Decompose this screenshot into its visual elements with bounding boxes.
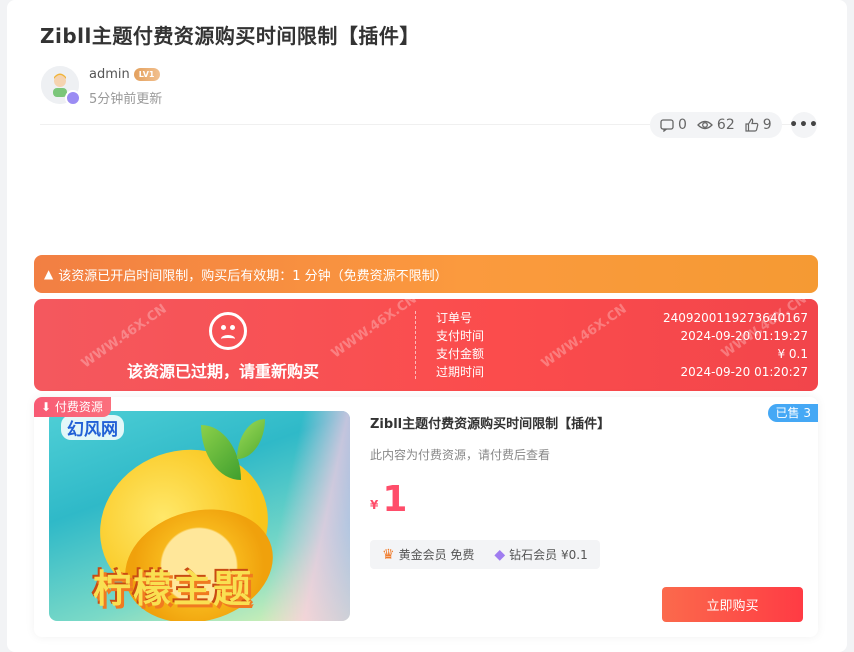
- order-row: 订单号 240920011927364016​7: [436, 309, 808, 327]
- order-label: 支付金额: [436, 347, 485, 361]
- diamond-icon: ◆: [494, 546, 506, 563]
- avatar[interactable]: [41, 66, 81, 106]
- order-value: 2024-09-20 01:20:27: [680, 365, 808, 379]
- notice-text: 该资源已开启时间限制，购买后有效期：1 分钟（免费资源不限制）: [58, 268, 448, 284]
- product-description: 此内容为付费资源，请付费后查看: [370, 448, 551, 462]
- order-row: 支付时间 2024-09-20 01:19:27: [436, 327, 808, 345]
- sold-count-badge: 已售 3: [767, 404, 818, 422]
- download-icon: ⬇: [41, 400, 52, 414]
- price-value: 1: [382, 479, 408, 520]
- site-logo: 幻风网: [61, 415, 124, 440]
- paid-tag-label: 付费资源: [54, 400, 103, 414]
- level-badge: LV1: [133, 68, 160, 81]
- order-label: 支付时间: [436, 329, 485, 343]
- order-label: 过期时间: [436, 365, 485, 379]
- product-cover-image[interactable]: 幻风网 柠檬主题: [49, 411, 350, 621]
- cover-title: 柠檬主题: [93, 567, 254, 611]
- thumbs-up-icon: [745, 118, 759, 132]
- like-count: 9: [762, 117, 772, 133]
- warning-icon: ▲: [44, 267, 54, 281]
- expired-message: 该资源已过期，请重新购买: [127, 362, 320, 381]
- order-value: ¥ 0.1: [777, 347, 808, 361]
- view-count: 62: [716, 117, 735, 133]
- like-stat[interactable]: 9: [745, 117, 772, 133]
- sad-face-icon: [209, 312, 247, 350]
- vip-gold: ♛ 黄金会员 免费: [382, 546, 474, 563]
- more-icon: •••: [789, 117, 819, 133]
- order-value: 2024-09-20 01:19:27: [680, 329, 808, 343]
- leaf-graphic: [237, 419, 265, 459]
- order-value: 240920011927364016​7: [662, 311, 808, 325]
- paid-resource-tag: ⬇ 付费资源: [34, 397, 111, 417]
- eye-icon: [697, 120, 713, 130]
- order-row: 支付金额 ¥ 0.1: [436, 345, 808, 363]
- order-info: 订单号 240920011927364016​7 支付时间 2024-09-20 0…: [436, 309, 808, 381]
- post-title: Zibll主题付费资源购买时间限制【插件】: [40, 24, 420, 48]
- vip-diamond-text: 钻石会员 ¥0.1: [509, 548, 588, 562]
- verified-badge-icon: [65, 90, 81, 106]
- product-title: Zibll主题付费资源购买时间限制【插件】: [370, 417, 611, 432]
- post-stats: 0 62 9: [650, 112, 782, 138]
- more-options-button[interactable]: •••: [789, 112, 819, 138]
- crown-icon: ♛: [382, 546, 395, 563]
- vip-gold-text: 黄金会员 免费: [398, 548, 475, 562]
- updated-time: 5分钟前更新: [89, 92, 163, 107]
- order-row: 过期时间 2024-09-20 01:20:27: [436, 363, 808, 381]
- vip-diamond: ◆ 钻石会员 ¥0.1: [494, 546, 587, 563]
- watermark: WWW.46X.CN: [328, 291, 420, 362]
- product-price: ¥1: [370, 479, 407, 520]
- product-card: ⬇ 付费资源 已售 3 幻风网 柠檬主题 Zibll主题付费资源购买时间限制【插…: [34, 397, 818, 637]
- author-line: admin LV1: [89, 67, 160, 82]
- comment-stat[interactable]: 0: [660, 117, 687, 133]
- comment-count: 0: [678, 117, 687, 133]
- time-limit-notice: ▲ 该资源已开启时间限制，购买后有效期：1 分钟（免费资源不限制）: [34, 255, 818, 293]
- order-label: 订单号: [436, 311, 473, 325]
- comment-icon: [660, 119, 674, 132]
- dashed-divider: [415, 311, 416, 379]
- expired-panel: 该资源已过期，请重新购买 订单号 240920011927364016​7 支付时…: [34, 292, 818, 391]
- view-stat: 62: [697, 117, 735, 133]
- buy-now-button[interactable]: 立即购买: [662, 587, 803, 622]
- vip-prices: ♛ 黄金会员 免费 ◆ 钻石会员 ¥0.1: [370, 540, 600, 569]
- cover-streak: [256, 411, 350, 621]
- currency-symbol: ¥: [370, 498, 379, 512]
- author-name[interactable]: admin: [89, 67, 130, 82]
